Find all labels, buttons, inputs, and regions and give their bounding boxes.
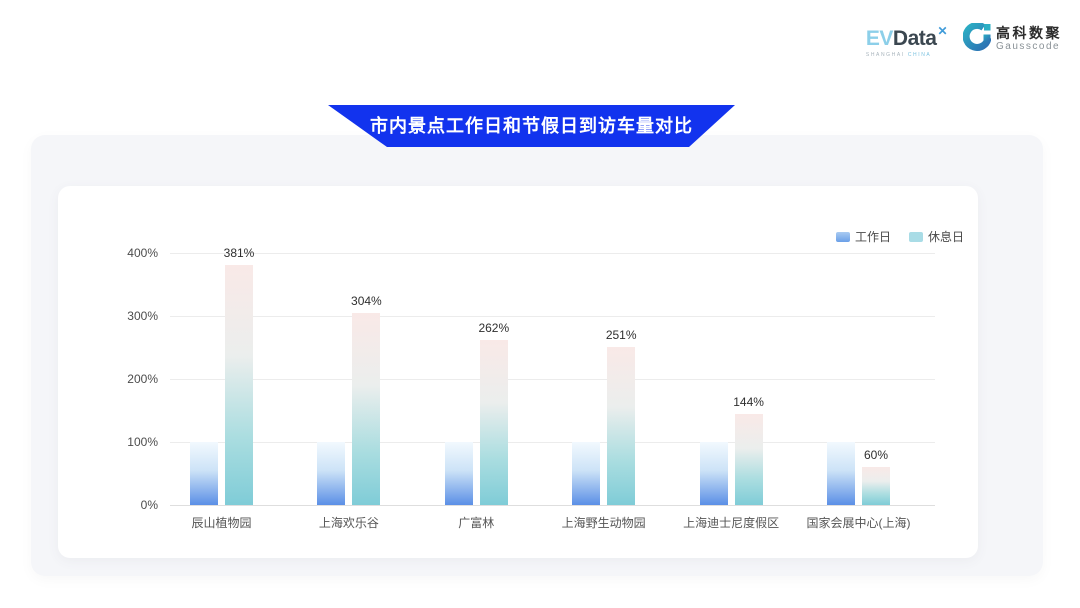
y-axis-tick-label: 400%	[90, 246, 158, 260]
evdata-x-icon: ✕	[937, 24, 947, 38]
header-logos: EVData✕ SHANGHAI CHINA 高科数聚 Gauss	[866, 20, 1062, 58]
evdata-data-text: Data	[893, 27, 937, 50]
y-axis-tick-label: 300%	[90, 309, 158, 323]
workday-bar[interactable]	[317, 442, 345, 505]
x-axis-category-label: 国家会展中心(上海)	[807, 514, 911, 531]
gridline	[170, 442, 935, 443]
evdata-wordmark: EVData✕	[866, 20, 947, 50]
y-axis-tick-label: 200%	[90, 372, 158, 386]
legend-label: 工作日	[855, 228, 891, 245]
gridline	[170, 253, 935, 254]
gridline	[170, 505, 935, 506]
restday-bar-wrap: 144%	[735, 414, 763, 505]
restday-bar[interactable]	[607, 347, 635, 505]
bar-group: 262%广富林	[445, 340, 508, 505]
gausscode-logo: 高科数聚 Gausscode	[963, 23, 1062, 56]
bar-value-label: 251%	[606, 328, 637, 342]
title-banner: 市内景点工作日和节假日到访车量对比	[328, 105, 735, 147]
workday-bar[interactable]	[827, 442, 855, 505]
bar-value-label: 381%	[224, 246, 255, 260]
restday-bar[interactable]	[735, 414, 763, 505]
restday-bar[interactable]	[352, 313, 380, 505]
workday-bar[interactable]	[190, 442, 218, 505]
evdata-ev-text: EV	[866, 27, 893, 50]
x-axis-category-label: 辰山植物园	[191, 514, 251, 531]
restday-bar-wrap: 381%	[225, 265, 253, 505]
gridline	[170, 316, 935, 317]
page-title: 市内景点工作日和节假日到访车量对比	[370, 112, 693, 140]
restday-bar[interactable]	[225, 265, 253, 505]
chart-panel: 工作日休息日 400%300%200%100%0%381%辰山植物园304%上海…	[31, 135, 1043, 576]
plot-area: 400%300%200%100%0%381%辰山植物园304%上海欢乐谷262%…	[170, 253, 935, 505]
gausscode-icon	[963, 23, 991, 56]
legend-label: 休息日	[928, 228, 964, 245]
restday-bar-wrap: 304%	[352, 313, 380, 505]
bar-value-label: 60%	[864, 448, 888, 462]
y-axis-tick-label: 0%	[90, 498, 158, 512]
restday-bar-wrap: 60%	[862, 467, 890, 505]
workday-bar[interactable]	[572, 442, 600, 505]
page: EVData✕ SHANGHAI CHINA 高科数聚 Gauss	[0, 0, 1080, 608]
x-axis-category-label: 广富林	[458, 514, 494, 531]
x-axis-category-label: 上海迪士尼度假区	[683, 514, 779, 531]
gausscode-en-name: Gausscode	[996, 41, 1062, 53]
bar-group: 144%上海迪士尼度假区	[700, 414, 763, 505]
bar-group: 304%上海欢乐谷	[317, 313, 380, 505]
chart-card: 工作日休息日 400%300%200%100%0%381%辰山植物园304%上海…	[58, 186, 978, 558]
workday-bar[interactable]	[700, 442, 728, 505]
gausscode-text: 高科数聚 Gausscode	[996, 25, 1062, 53]
bar-group: 60%国家会展中心(上海)	[827, 442, 890, 505]
evdata-logo: EVData✕ SHANGHAI CHINA	[866, 20, 947, 58]
bar-group: 251%上海野生动物园	[572, 347, 635, 505]
evdata-tagline: SHANGHAI CHINA	[866, 52, 931, 58]
restday-bar[interactable]	[862, 467, 890, 505]
restday-bar-wrap: 262%	[480, 340, 508, 505]
bar-value-label: 144%	[733, 395, 764, 409]
restday-bar[interactable]	[480, 340, 508, 505]
gausscode-cn-name: 高科数聚	[996, 25, 1062, 41]
workday-bar[interactable]	[445, 442, 473, 505]
legend-marker-icon	[909, 232, 923, 242]
legend-marker-icon	[836, 232, 850, 242]
y-axis-tick-label: 100%	[90, 435, 158, 449]
legend-item-工作日[interactable]: 工作日	[836, 228, 891, 245]
restday-bar-wrap: 251%	[607, 347, 635, 505]
bar-group: 381%辰山植物园	[190, 265, 253, 505]
bar-value-label: 262%	[478, 321, 509, 335]
bar-value-label: 304%	[351, 294, 382, 308]
x-axis-category-label: 上海欢乐谷	[319, 514, 379, 531]
legend: 工作日 休息日	[836, 228, 964, 245]
legend-item-休息日[interactable]: 休息日	[909, 228, 964, 245]
gridline	[170, 379, 935, 380]
x-axis-category-label: 上海野生动物园	[562, 514, 646, 531]
